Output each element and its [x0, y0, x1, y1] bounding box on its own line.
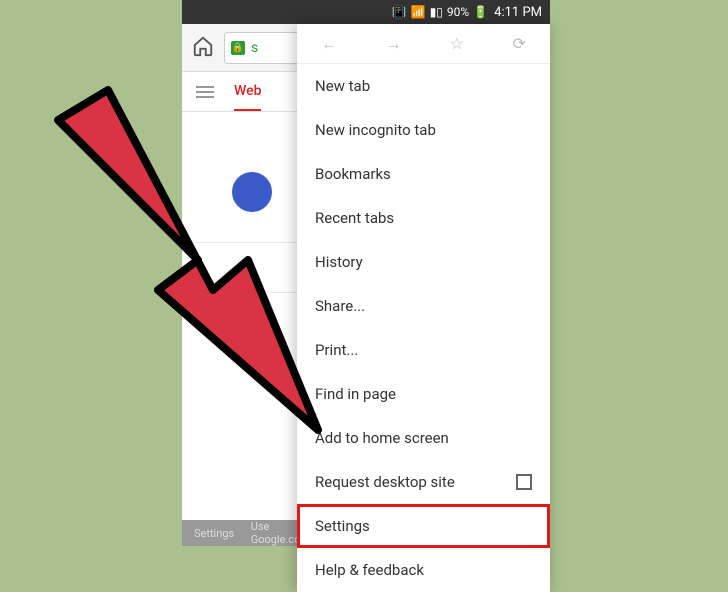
signal-icon: ▮▯ — [430, 5, 443, 19]
menu-item-label: Bookmarks — [315, 165, 391, 183]
menu-item-bookmarks[interactable]: Bookmarks — [297, 152, 550, 196]
hamburger-icon[interactable] — [196, 86, 214, 98]
menu-item-label: Add to home screen — [315, 429, 449, 447]
menu-item-label: Share... — [315, 297, 365, 315]
menu-item-new-tab[interactable]: New tab — [297, 64, 550, 108]
phone-screen: 📳 📶 ▮▯ 90% 🔋 4:11 PM 🔒 s Web ← → ☆ ⟳ — [182, 0, 550, 546]
menu-header: ← → ☆ ⟳ — [297, 24, 550, 64]
refresh-icon[interactable]: ⟳ — [512, 34, 525, 53]
menu-item-recent-tabs[interactable]: Recent tabs — [297, 196, 550, 240]
star-icon[interactable]: ☆ — [450, 34, 464, 53]
menu-item-label: Find in page — [315, 385, 396, 403]
tab-web[interactable]: Web — [234, 73, 261, 111]
vibrate-icon: 📳 — [392, 5, 407, 19]
menu-item-request-desktop-site[interactable]: Request desktop site — [297, 460, 550, 504]
menu-item-add-to-home-screen[interactable]: Add to home screen — [297, 416, 550, 460]
android-status-bar: 📳 📶 ▮▯ 90% 🔋 4:11 PM — [182, 0, 550, 24]
url-text: s — [251, 40, 258, 56]
menu-item-history[interactable]: History — [297, 240, 550, 284]
back-icon[interactable]: ← — [321, 34, 337, 54]
forward-icon[interactable]: → — [385, 34, 401, 54]
menu-item-label: New tab — [315, 77, 370, 95]
status-icons: 📳 📶 ▮▯ 90% 🔋 — [392, 5, 488, 19]
lock-icon: 🔒 — [231, 41, 245, 55]
clock: 4:11 PM — [494, 5, 542, 20]
menu-item-new-incognito-tab[interactable]: New incognito tab — [297, 108, 550, 152]
menu-item-settings[interactable]: Settings — [297, 504, 550, 548]
menu-item-label: Recent tabs — [315, 209, 394, 227]
wifi-icon: 📶 — [411, 5, 426, 19]
menu-item-share[interactable]: Share... — [297, 284, 550, 328]
menu-item-label: Settings — [315, 517, 370, 535]
battery-percent: 90% — [447, 5, 469, 19]
menu-item-print[interactable]: Print... — [297, 328, 550, 372]
overflow-menu: ← → ☆ ⟳ New tab New incognito tab Bookmark… — [297, 24, 550, 592]
menu-item-label: New incognito tab — [315, 121, 436, 139]
checkbox-icon[interactable] — [516, 474, 532, 490]
battery-icon: 🔋 — [473, 5, 488, 19]
menu-item-help-feedback[interactable]: Help & feedback — [297, 548, 550, 592]
menu-item-label: Request desktop site — [315, 473, 455, 491]
menu-item-find-in-page[interactable]: Find in page — [297, 372, 550, 416]
footer-settings: Settings — [194, 527, 234, 540]
menu-item-label: Help & feedback — [315, 561, 424, 579]
background-logo — [232, 172, 272, 212]
menu-item-label: History — [315, 253, 363, 271]
home-icon[interactable] — [192, 35, 214, 61]
menu-item-label: Print... — [315, 341, 358, 359]
